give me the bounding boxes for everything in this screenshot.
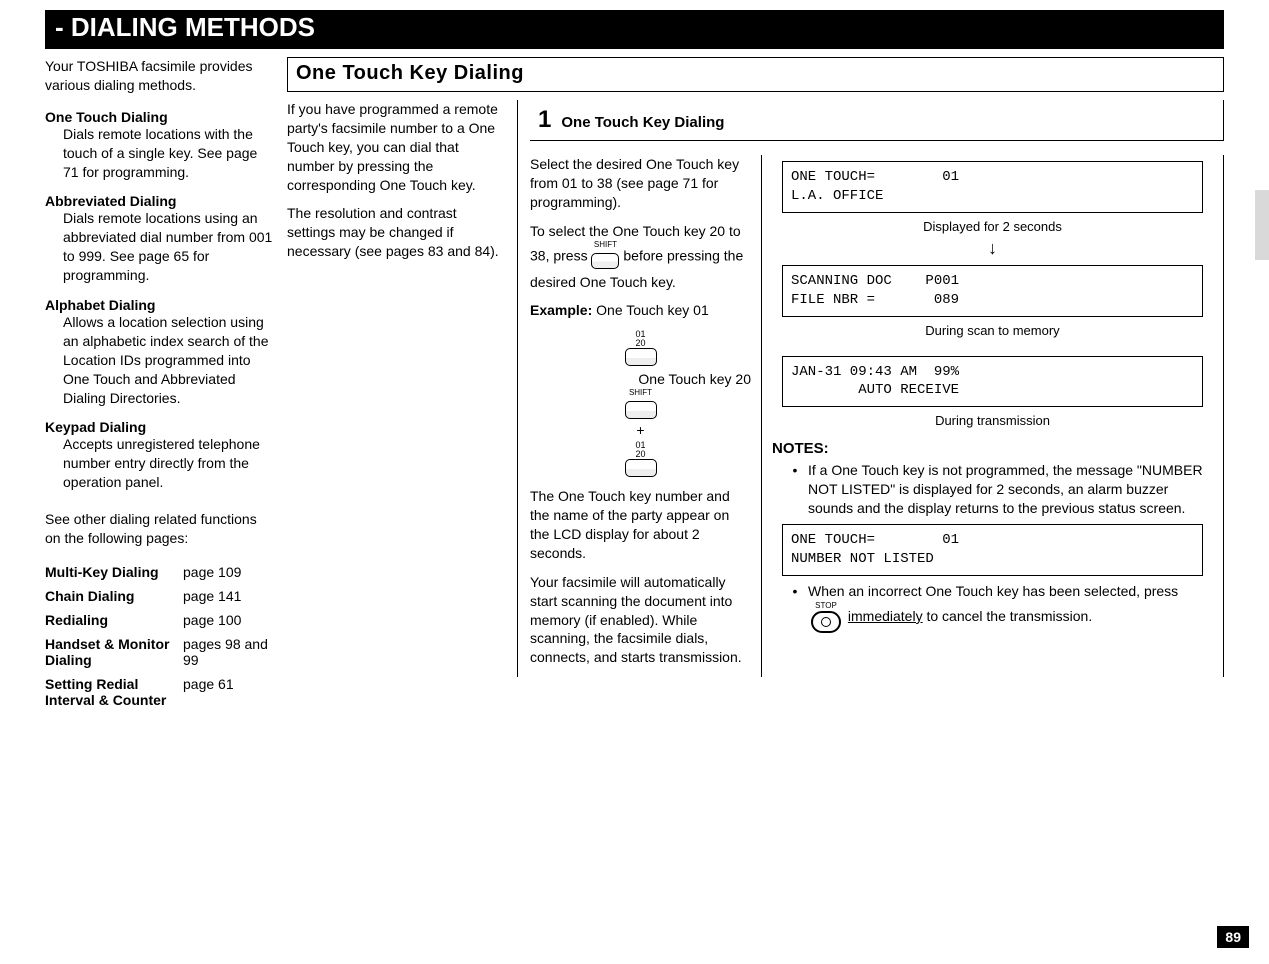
step-displays: ONE TOUCH= 01 L.A. OFFICE Displayed for … <box>772 155 1224 677</box>
ref-name: Multi-Key Dialing <box>45 560 183 584</box>
table-row: Setting Redial Interval & Counter page 6… <box>45 672 275 712</box>
lcd-caption: During scan to memory <box>772 323 1213 338</box>
plus-icon: + <box>530 423 751 437</box>
note-bullet: • If a One Touch key is not programmed, … <box>790 461 1213 518</box>
method-title: Abbreviated Dialing <box>45 193 275 209</box>
ref-page: page 100 <box>183 608 275 632</box>
table-row: Redialing page 100 <box>45 608 275 632</box>
column-overview: Your TOSHIBA facsimile provides various … <box>45 57 275 712</box>
key-01-icon: 0120 <box>530 441 751 477</box>
notes-heading: NOTES: <box>772 440 1213 457</box>
method-desc: Allows a location selection using an alp… <box>63 313 275 407</box>
text-fragment: immediately <box>848 608 923 624</box>
lcd-caption: During transmission <box>772 413 1213 428</box>
instruction-text: To select the One Touch key 20 to 38, pr… <box>530 222 751 292</box>
step-columns: Select the desired One Touch key from 01… <box>530 155 1224 677</box>
shift-key-icon: SHIFT <box>591 245 619 269</box>
ref-page: page 109 <box>183 560 275 584</box>
chapter-title: - DIALING METHODS <box>55 12 315 42</box>
instruction-text: The One Touch key number and the name of… <box>530 487 751 563</box>
method-title: One Touch Dialing <box>45 109 275 125</box>
method-keypad: Keypad Dialing Accepts unregistered tele… <box>45 419 275 492</box>
method-one-touch: One Touch Dialing Dials remote locations… <box>45 109 275 182</box>
example-label: Example: <box>530 302 592 318</box>
method-abbreviated: Abbreviated Dialing Dials remote locatio… <box>45 193 275 285</box>
step-instructions: Select the desired One Touch key from 01… <box>530 155 762 677</box>
step-title: One Touch Key Dialing <box>561 114 724 131</box>
step-header: 1 One Touch Key Dialing <box>530 100 1224 141</box>
method-alphabet: Alphabet Dialing Allows a location selec… <box>45 297 275 407</box>
chapter-title-bar: - DIALING METHODS <box>45 10 1224 49</box>
page-refs-table: Multi-Key Dialing page 109 Chain Dialing… <box>45 560 275 712</box>
key20-label: One Touch key 20 <box>530 370 751 389</box>
table-row: Chain Dialing page 141 <box>45 584 275 608</box>
lcd-display: ONE TOUCH= 01 NUMBER NOT LISTED <box>782 524 1203 576</box>
method-title: Alphabet Dialing <box>45 297 275 313</box>
lcd-display: SCANNING DOC P001 FILE NBR = 089 <box>782 265 1203 317</box>
bullet-icon: • <box>790 461 800 518</box>
ref-name: Redialing <box>45 608 183 632</box>
table-row: Handset & Monitor Dialing pages 98 and 9… <box>45 632 275 672</box>
bullet-icon: • <box>790 582 800 634</box>
note-text: If a One Touch key is not programmed, th… <box>808 461 1213 518</box>
ref-page: page 141 <box>183 584 275 608</box>
arrow-down-icon: ↓ <box>772 238 1213 259</box>
text-fragment: When an incorrect One Touch key has been… <box>808 583 1178 599</box>
key-01-icon: 0120 <box>530 330 751 366</box>
method-desc: Accepts unregistered telephone number en… <box>63 435 275 492</box>
ref-page: page 61 <box>183 672 275 712</box>
example-line: Example: One Touch key 01 <box>530 301 751 320</box>
lcd-display: JAN-31 09:43 AM 99% AUTO RECEIVE <box>782 356 1203 408</box>
column-description: If you have programmed a remote party's … <box>287 100 505 677</box>
desc-para-2: The resolution and contrast settings may… <box>287 204 505 261</box>
lcd-display: ONE TOUCH= 01 L.A. OFFICE <box>782 161 1203 213</box>
note-text: When an incorrect One Touch key has been… <box>808 582 1213 634</box>
text-fragment: to cancel the transmission. <box>923 608 1093 624</box>
shift-key-icon: SHIFT <box>530 393 751 419</box>
method-desc: Dials remote locations with the touch of… <box>63 125 275 182</box>
stop-button-icon: STOP <box>808 601 844 634</box>
see-other-text: See other dialing related functions on t… <box>45 510 275 548</box>
page-body: Your TOSHIBA facsimile provides various … <box>45 57 1224 712</box>
note-bullet: • When an incorrect One Touch key has be… <box>790 582 1213 634</box>
table-row: Multi-Key Dialing page 109 <box>45 560 275 584</box>
side-tab-marker <box>1255 190 1269 260</box>
ref-name: Chain Dialing <box>45 584 183 608</box>
step-number: 1 <box>538 106 551 134</box>
ref-name: Setting Redial Interval & Counter <box>45 672 183 712</box>
section-heading: One Touch Key Dialing <box>287 57 1224 92</box>
desc-para-1: If you have programmed a remote party's … <box>287 100 505 194</box>
example-text: One Touch key 01 <box>592 302 708 318</box>
ref-page: pages 98 and 99 <box>183 632 275 672</box>
page-number: 89 <box>1217 926 1249 948</box>
method-desc: Dials remote locations using an abbrevia… <box>63 209 275 285</box>
method-title: Keypad Dialing <box>45 419 275 435</box>
main-area: One Touch Key Dialing If you have progra… <box>287 57 1224 712</box>
lcd-caption: Displayed for 2 seconds <box>772 219 1213 234</box>
ref-name: Handset & Monitor Dialing <box>45 632 183 672</box>
instruction-text: Your facsimile will automatically start … <box>530 573 751 667</box>
intro-text: Your TOSHIBA facsimile provides various … <box>45 57 275 95</box>
instruction-text: Select the desired One Touch key from 01… <box>530 155 751 212</box>
column-procedure: 1 One Touch Key Dialing Select the desir… <box>517 100 1224 677</box>
